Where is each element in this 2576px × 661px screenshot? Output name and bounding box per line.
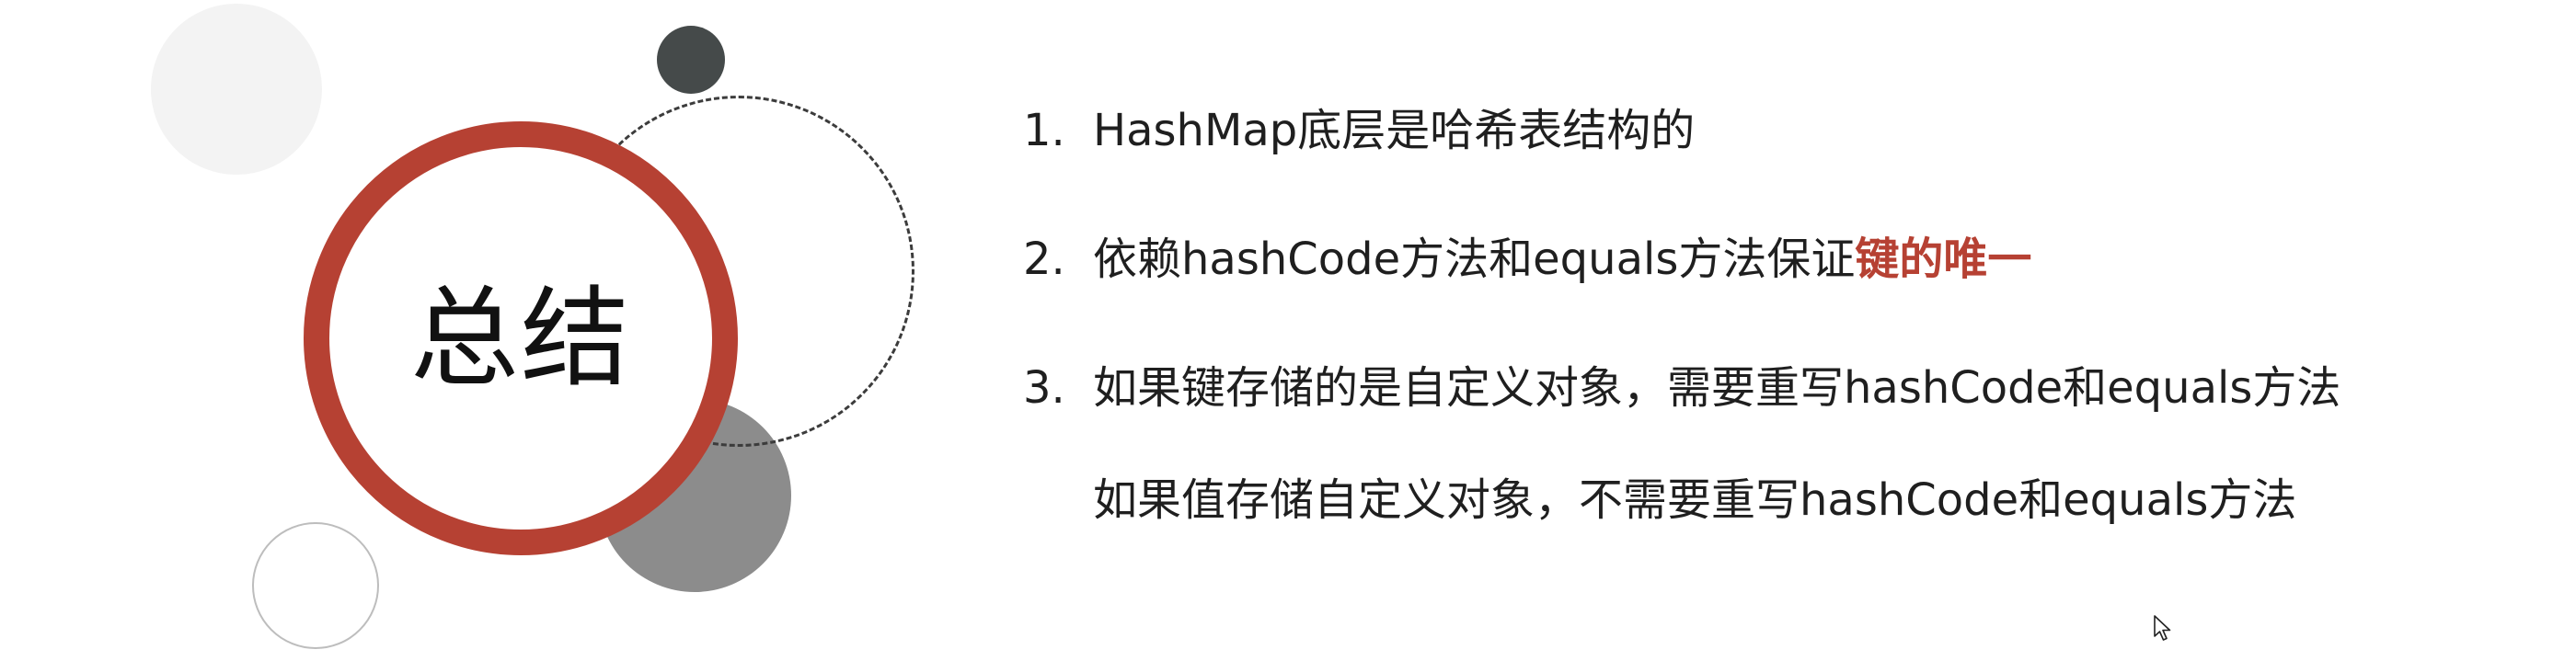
title-ring: 总结 xyxy=(304,121,738,555)
point-text: 如果键存储的是自定义对象，需要重写hashCode和equals方法 xyxy=(1093,362,2341,414)
slide-title: 总结 xyxy=(409,275,631,402)
summary-point-3: 3. 如果键存储的是自定义对象，需要重写hashCode和equals方法 xyxy=(1023,366,2340,410)
summary-sub-point: 如果值存储自定义对象，不需要重写hashCode和equals方法 xyxy=(1093,474,2297,526)
point-text: 依赖hashCode方法和equals方法保证 xyxy=(1093,234,1856,285)
summary-point-1: 1. HashMap底层是哈希表结构的 xyxy=(1023,108,1695,153)
decor-light-gray-circle xyxy=(151,4,322,175)
point-number: 3. xyxy=(1023,362,1065,414)
decor-outline-circle xyxy=(252,522,379,649)
mouse-pointer-icon xyxy=(2154,615,2171,641)
summary-point-2: 2. 依赖hashCode方法和equals方法保证键的唯一 xyxy=(1023,237,2031,281)
decor-dark-small-circle xyxy=(657,26,725,94)
point-number: 1. xyxy=(1023,105,1065,156)
point-text: HashMap底层是哈希表结构的 xyxy=(1093,105,1696,156)
point-number: 2. xyxy=(1023,234,1065,285)
point-highlight: 键的唯一 xyxy=(1855,234,2032,285)
